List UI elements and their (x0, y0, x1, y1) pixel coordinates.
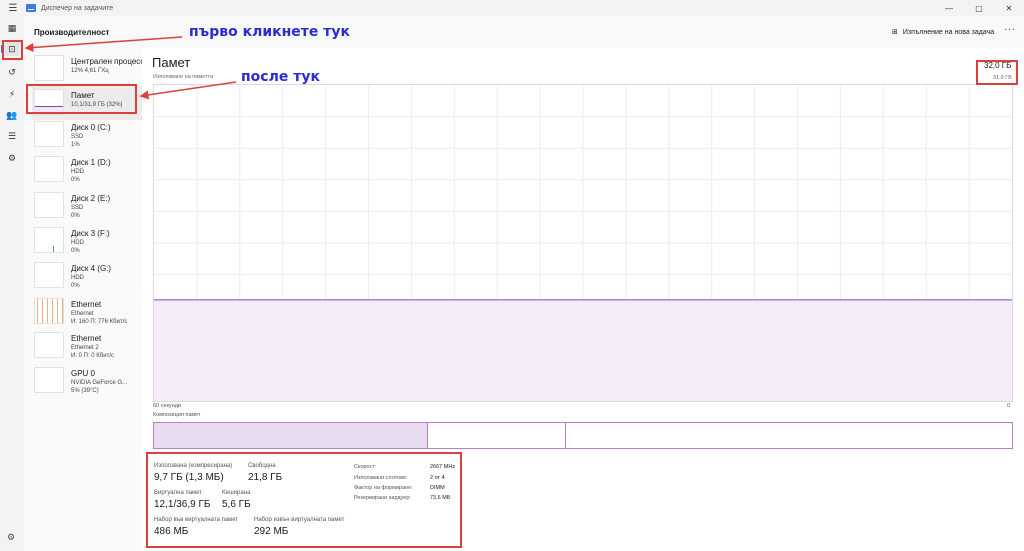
annotation-then: после тук (241, 69, 320, 85)
annotation-arrows (24, 36, 237, 100)
annotation-first: първо кликнете тук (189, 24, 351, 40)
arrow-first (24, 36, 183, 52)
arrow-then (139, 81, 237, 100)
